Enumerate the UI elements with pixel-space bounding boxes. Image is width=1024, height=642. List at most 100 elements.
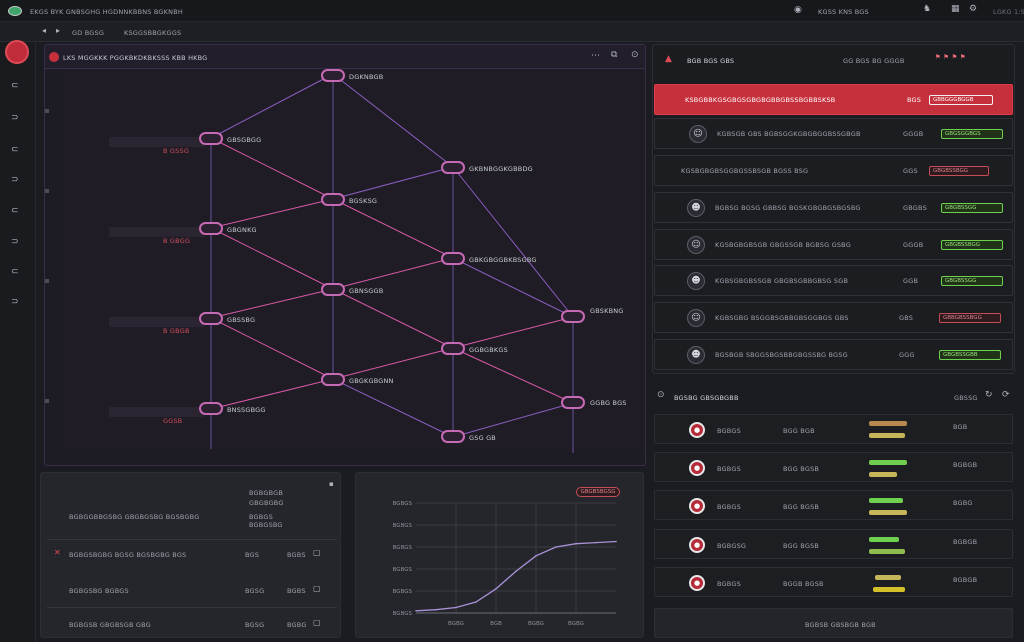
chart-point [495,588,497,590]
log-close-icon[interactable]: ▪ [329,481,334,488]
app-logo-icon[interactable] [8,6,22,16]
rail-nav-1-icon[interactable]: ⊂ [11,82,19,91]
graph-node-label: GSG GB [469,434,496,442]
subbar-item-1[interactable]: GD BGSG [72,29,104,37]
incident-row[interactable]: ☺ KGSBGBGBSGB GBGSSGB BGBSG GSBG GGGB GB… [654,229,1013,260]
chart-ytick-label: BGBGS [393,611,413,617]
grid-icon[interactable]: ▦ [951,5,960,14]
graph-node[interactable] [199,222,223,235]
agent-row[interactable]: ● BGBGS BGG BGSB BGBG [654,490,1013,520]
incident-row[interactable]: KSBGBBKGSGBGSGBGBGBBGBSSBGBBSKSB BGS GBB… [654,84,1013,115]
incident-status[interactable]: GBGBSSGG [941,203,1003,213]
incident-status[interactable]: GBBGBSSBGG [939,313,1001,323]
incident-status[interactable]: GBGBSSGG [941,276,1003,286]
graph-node[interactable] [199,402,223,415]
graph-lock-icon[interactable]: ⊙ [631,51,639,60]
rail-nav-7-icon[interactable]: ⊂ [11,268,19,277]
settings-icon[interactable]: ⚙ [969,5,977,14]
graph-node[interactable] [199,132,223,145]
notification-icon[interactable]: ◉ [794,6,802,15]
graph-node[interactable] [199,312,223,325]
graph-node[interactable] [321,193,345,206]
incident-time: GGS [903,167,918,175]
graph-node-label: GBGNKG [227,226,257,234]
agent-meta: BGBGB [953,461,978,469]
agent-progress-bar [869,537,899,542]
incident-status[interactable]: GBGBSSBGG [941,240,1003,250]
graph-menu-icon[interactable]: ⋯ [591,52,600,61]
incident-row[interactable]: ☺ KGBSGBG BSGGBSGBBGBSGGBGS GBS GBS GBBG… [654,302,1013,333]
rail-nav-8-icon[interactable]: ⊃ [11,298,19,307]
graph-node-label: GBKGBGGBKBSGBG [469,256,537,264]
incident-status[interactable]: GBGBSSGBB [939,350,1001,360]
log-row-text: BGBGSBG BGBGS [69,587,129,595]
brand-icon[interactable] [5,40,29,64]
chart-point [535,555,537,557]
attack-graph-panel: LKS MGGKKK PGGKBKDKBKSSS KBB HKBG ⋯ ⧉ ⊙ [44,44,646,466]
sub-toolbar: ◂ ▸ GD BGSG KSGGSBBGKGGS [0,22,1024,42]
chart-ytick-label: BGBGS [393,501,413,507]
graph-node[interactable] [441,430,465,443]
graph-canvas[interactable] [45,69,645,467]
graph-node-label: GBSSBG [227,316,256,324]
agent-row[interactable]: ● BGBGS BGG BGSB BGBGB [654,452,1013,482]
back-icon[interactable]: ◂ [42,27,46,35]
topbar-right-label: LGKG 1:S [993,8,1024,16]
incident-row[interactable]: ☻ BGBSG BGSG GBBSG BGSKGBGBGSBGSBG GBGBS… [654,192,1013,223]
log-row-time: BGBG [287,621,307,629]
log-row-time: BGBS [287,587,306,595]
refresh-icon[interactable]: ↻ [985,391,993,400]
forward-icon[interactable]: ▸ [56,27,60,35]
log-action-icon[interactable]: ▢ [313,619,321,627]
agent-role: BGG BGSB [783,503,820,511]
log-row-text: BGBGSBGBG BGSG BGSBGBG BGS [69,551,187,559]
graph-node[interactable] [321,373,345,386]
graph-node[interactable] [561,310,585,323]
chart-ytick-label: BGBGS [393,567,413,573]
agent-row[interactable]: ● BGBGS BGGB BGSB BGBGB [654,567,1013,597]
subbar-item-2[interactable]: KSGGSBBGKGGS [124,29,181,37]
incident-row[interactable]: ☺ KGBSGB GBS BGBSGGKGBGBGGBSSGBGB GGGB G… [654,118,1013,149]
trend-chart-panel: GBGBSBGSG BGBGS BGBGS BGBGS BGBGS BGBGS BGBGS… [355,472,644,638]
incident-row[interactable]: ☻ BGSBGB SBGGSBGSBBGBGSSBG BGSG GGG GBGB… [654,339,1013,370]
graph-node[interactable] [441,161,465,174]
agent-alert-icon: ● [689,537,705,553]
incident-text: KGBSGBGBSSGB GBGBSGBBGBSG SGB [715,277,849,285]
incident-status[interactable]: GBGSGGBGS [941,129,1003,139]
sync-icon[interactable]: ⟳ [1002,391,1010,400]
incidents-header-right: GG BGS BG GGGB [843,57,905,65]
incident-row[interactable]: KGSBGBGBSGGBGSSBSGB BGSS BSG GGS GBGBSSB… [654,155,1013,186]
graph-node[interactable] [321,69,345,82]
agent-avatar-icon: ☺ [689,125,707,143]
user-icon[interactable]: ♞ [923,5,931,14]
log-action-icon[interactable]: ▢ [313,549,321,557]
log-divider [47,539,337,540]
graph-expand-icon[interactable]: ⧉ [611,51,617,60]
rail-nav-4-icon[interactable]: ⊃ [11,176,19,185]
incident-status[interactable]: GBBGGGBGGB [929,95,993,105]
incident-text: BGSBGB SBGGSBGSBBGBGSSBG BGSG [715,351,848,359]
agent-name: BGBGS [717,503,741,511]
agents-footer[interactable]: BGBSB GBSBGB BGB [654,608,1013,638]
rail-nav-3-icon[interactable]: ⊂ [11,146,19,155]
log-row-meta: BGS [245,551,260,559]
incident-text: KGSBGBGBSGGBGSSBSGB BGSS BSG [681,167,809,175]
log-action-icon[interactable]: ▢ [313,585,321,593]
log-head: BGBGBGB [249,489,284,497]
graph-node[interactable] [561,396,585,409]
rail-nav-6-icon[interactable]: ⊃ [11,238,19,247]
agent-row[interactable]: ● BGBGS BGG BGB BGB [654,414,1013,444]
graph-node[interactable] [321,283,345,296]
rail-nav-5-icon[interactable]: ⊂ [11,207,19,216]
rail-nav-2-icon[interactable]: ⊃ [11,114,19,123]
agent-row[interactable]: ● BGBGSG BGG BGSB BGBGB [654,529,1013,559]
incident-row[interactable]: ☻ KGBSGBGBSSGB GBGBSGBBGBSG SGB GGB GBGB… [654,265,1013,296]
graph-node[interactable] [441,252,465,265]
agent-avatar-icon: ☻ [687,346,705,364]
graph-grid-ticks [45,109,49,403]
agents-header: BGSBG GBSGBGBB [674,394,739,402]
incident-status[interactable]: GBGBSSBGG [929,166,989,176]
graph-node[interactable] [441,342,465,355]
log-row-text: BGBGGBBGSBG GBGBGSBG BGSBGBG [69,513,200,521]
agent-progress-bar [875,575,901,580]
